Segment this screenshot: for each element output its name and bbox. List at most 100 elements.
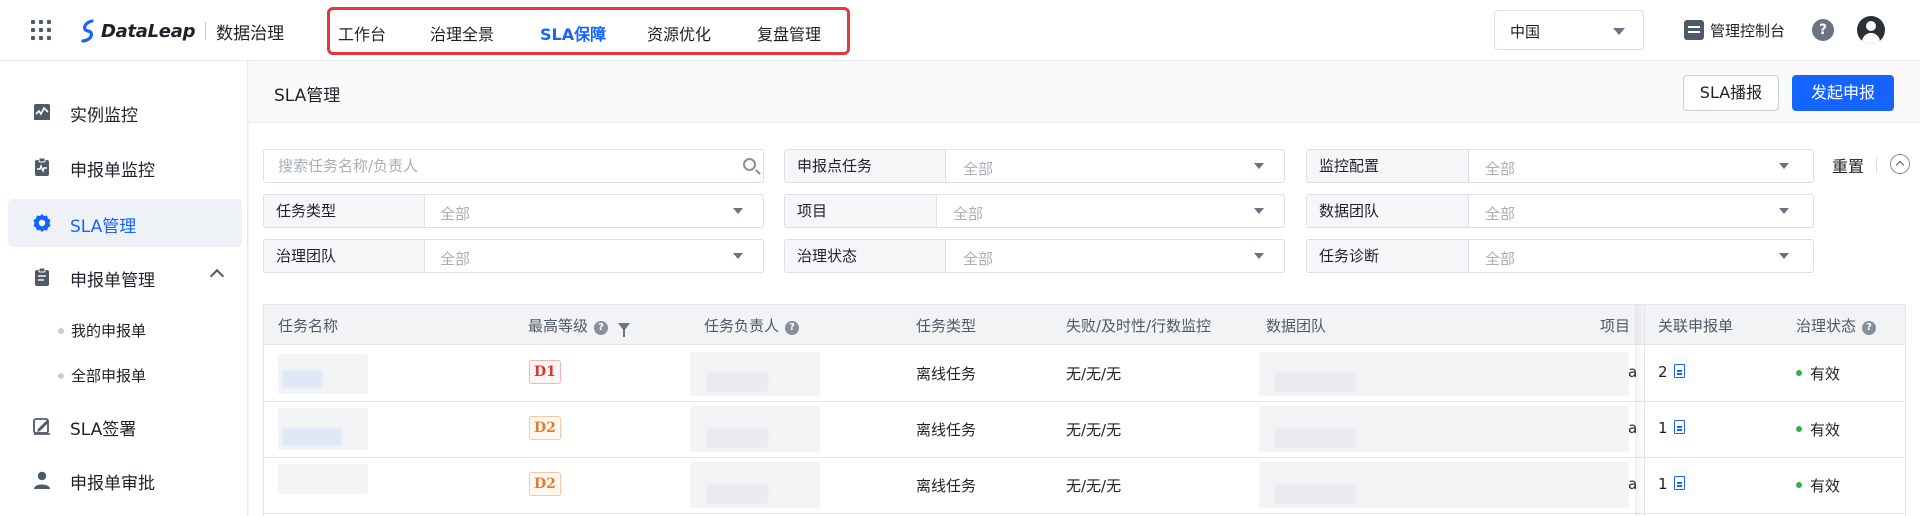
chevron-down-icon xyxy=(1779,253,1789,259)
filter-monitor-config[interactable]: 监控配置 全部 xyxy=(1306,149,1814,183)
linked-report-cell[interactable]: 1 xyxy=(1658,419,1685,437)
sidebar-item-label: SLA签署 xyxy=(70,420,137,440)
column-header-label: 最高等级 xyxy=(528,317,589,335)
monitor-cell: 无/无/无 xyxy=(1066,477,1122,495)
table-header: 任务名称 最高等级? 任务负责人? 任务类型 失败/及时性/行数监控 数据团队 … xyxy=(264,305,1905,345)
status-text: 有效 xyxy=(1810,365,1841,383)
logo-divider xyxy=(205,22,207,40)
search-input[interactable] xyxy=(278,157,718,175)
column-header: 任务名称 xyxy=(278,317,339,335)
linked-report-count: 1 xyxy=(1658,419,1668,437)
document-icon[interactable] xyxy=(1673,476,1685,490)
fixed-column-divider xyxy=(1644,305,1645,516)
document-icon[interactable] xyxy=(1673,420,1685,434)
page-title: SLA管理 xyxy=(274,86,341,106)
status-dot-icon xyxy=(1796,370,1802,376)
filter-value: 全部 xyxy=(440,205,471,223)
column-header-label: 治理状态 xyxy=(1796,317,1857,335)
line-chart-icon xyxy=(34,104,50,120)
chevron-up-icon[interactable] xyxy=(209,268,225,284)
question-icon[interactable]: ? xyxy=(594,321,609,335)
filter-task-type[interactable]: 任务类型 全部 xyxy=(263,194,764,228)
question-icon[interactable]: ? xyxy=(785,321,800,335)
sign-pen-icon xyxy=(33,418,50,435)
sidebar-subitem-label: 我的申报单 xyxy=(71,322,147,340)
logo[interactable]: DataLeap 数据治理 xyxy=(78,17,284,45)
sidebar-item-report-approval[interactable]: 申报单审批 xyxy=(8,456,242,504)
user-avatar-icon[interactable] xyxy=(1857,16,1885,44)
filter-value: 全部 xyxy=(1485,205,1516,223)
table-row[interactable]: D2 离线任务 无/无/无 a 1 有效 xyxy=(264,458,1905,514)
sidebar-item-report-monitor[interactable]: 申报单监控 xyxy=(8,143,242,191)
status-dot-icon xyxy=(1796,426,1802,432)
column-header-level: 最高等级? xyxy=(528,315,631,337)
table-row[interactable]: D1 离线任务 无/无/无 a 2 有效 xyxy=(264,346,1905,402)
filter-project[interactable]: 项目 全部 xyxy=(784,194,1285,228)
filter-data-team[interactable]: 数据团队 全部 xyxy=(1306,194,1814,228)
redacted-task-name xyxy=(278,464,368,494)
sidebar-item-sla-sign[interactable]: SLA签署 xyxy=(8,402,242,450)
filter-governance-status[interactable]: 治理状态 全部 xyxy=(784,239,1285,273)
search-field[interactable] xyxy=(263,149,764,183)
console-link[interactable]: 管理控制台 xyxy=(1684,19,1785,41)
sla-task-table: 任务名称 最高等级? 任务负责人? 任务类型 失败/及时性/行数监控 数据团队 … xyxy=(263,304,1906,516)
filter-report-task[interactable]: 申报点任务 全部 xyxy=(784,149,1285,183)
sidebar-item-sla-management[interactable]: SLA管理 xyxy=(8,199,242,247)
search-icon[interactable] xyxy=(743,158,756,171)
sidebar-subitem-my-reports[interactable]: 我的申报单 xyxy=(58,320,147,341)
sidebar-item-report-management[interactable]: 申报单管理 xyxy=(8,253,242,301)
sidebar-item-instance-monitor[interactable]: 实例监控 xyxy=(8,88,242,136)
region-select[interactable]: 中国 xyxy=(1494,10,1644,50)
linked-report-cell[interactable]: 1 xyxy=(1658,475,1685,493)
help-icon[interactable]: ? xyxy=(1812,19,1834,41)
linked-report-cell[interactable]: 2 xyxy=(1658,363,1685,381)
sidebar-item-label: 申报单审批 xyxy=(70,474,155,494)
level-badge: D2 xyxy=(529,472,561,496)
sidebar-item-label: 申报单管理 xyxy=(70,271,155,291)
region-value: 中国 xyxy=(1510,23,1541,41)
filter-task-diagnosis[interactable]: 任务诊断 全部 xyxy=(1306,239,1814,273)
redacted-owner xyxy=(706,428,768,448)
nav-resource-optimization[interactable]: 资源优化 xyxy=(647,21,711,45)
logo-text: DataLeap xyxy=(101,20,196,42)
bullet-dot-icon xyxy=(58,328,64,334)
filter-governance-team[interactable]: 治理团队 全部 xyxy=(263,239,764,273)
chevron-down-icon xyxy=(1254,208,1264,214)
console-icon xyxy=(1684,20,1704,40)
submit-report-button[interactable]: 发起申报 xyxy=(1792,75,1894,111)
nav-workbench[interactable]: 工作台 xyxy=(338,21,386,45)
nav-sla-guarantee[interactable]: SLA保障 xyxy=(540,21,606,45)
status-cell: 有效 xyxy=(1796,475,1840,496)
linked-report-count: 1 xyxy=(1658,475,1668,493)
app-grid-icon[interactable] xyxy=(31,20,51,40)
sidebar-subitem-all-reports[interactable]: 全部申报单 xyxy=(58,365,146,386)
chevron-down-icon xyxy=(733,253,743,259)
user-icon xyxy=(34,471,50,489)
chevron-down-icon xyxy=(733,208,743,214)
redacted-data-team xyxy=(1274,484,1356,504)
redacted-owner xyxy=(706,484,768,504)
column-header: 项目 xyxy=(1600,317,1631,335)
document-icon[interactable] xyxy=(1673,364,1685,378)
sidebar-item-label: 实例监控 xyxy=(70,106,138,126)
question-icon[interactable]: ? xyxy=(1862,321,1877,335)
column-header-label: 任务负责人 xyxy=(704,317,780,335)
chevron-down-icon xyxy=(1254,253,1264,259)
column-header: 任务类型 xyxy=(916,317,977,335)
monitor-cell: 无/无/无 xyxy=(1066,365,1122,383)
sla-broadcast-button[interactable]: SLA播报 xyxy=(1683,75,1779,111)
dataleap-logo-icon xyxy=(81,19,94,43)
nav-review-management[interactable]: 复盘管理 xyxy=(757,21,821,45)
nav-governance-overview[interactable]: 治理全景 xyxy=(430,21,494,45)
filter-icon[interactable] xyxy=(618,323,631,337)
redacted-task-name xyxy=(282,428,342,446)
chevron-down-icon xyxy=(1779,208,1789,214)
reset-button[interactable]: 重置 xyxy=(1832,153,1864,177)
collapse-up-icon[interactable] xyxy=(1890,154,1910,174)
column-header-owner: 任务负责人? xyxy=(704,315,800,336)
filter-label: 任务类型 xyxy=(264,195,425,227)
filter-value: 全部 xyxy=(963,160,994,178)
filter-label: 数据团队 xyxy=(1307,195,1469,227)
redacted-owner xyxy=(706,372,768,392)
table-row[interactable]: D2 离线任务 无/无/无 a 1 有效 xyxy=(264,402,1905,458)
